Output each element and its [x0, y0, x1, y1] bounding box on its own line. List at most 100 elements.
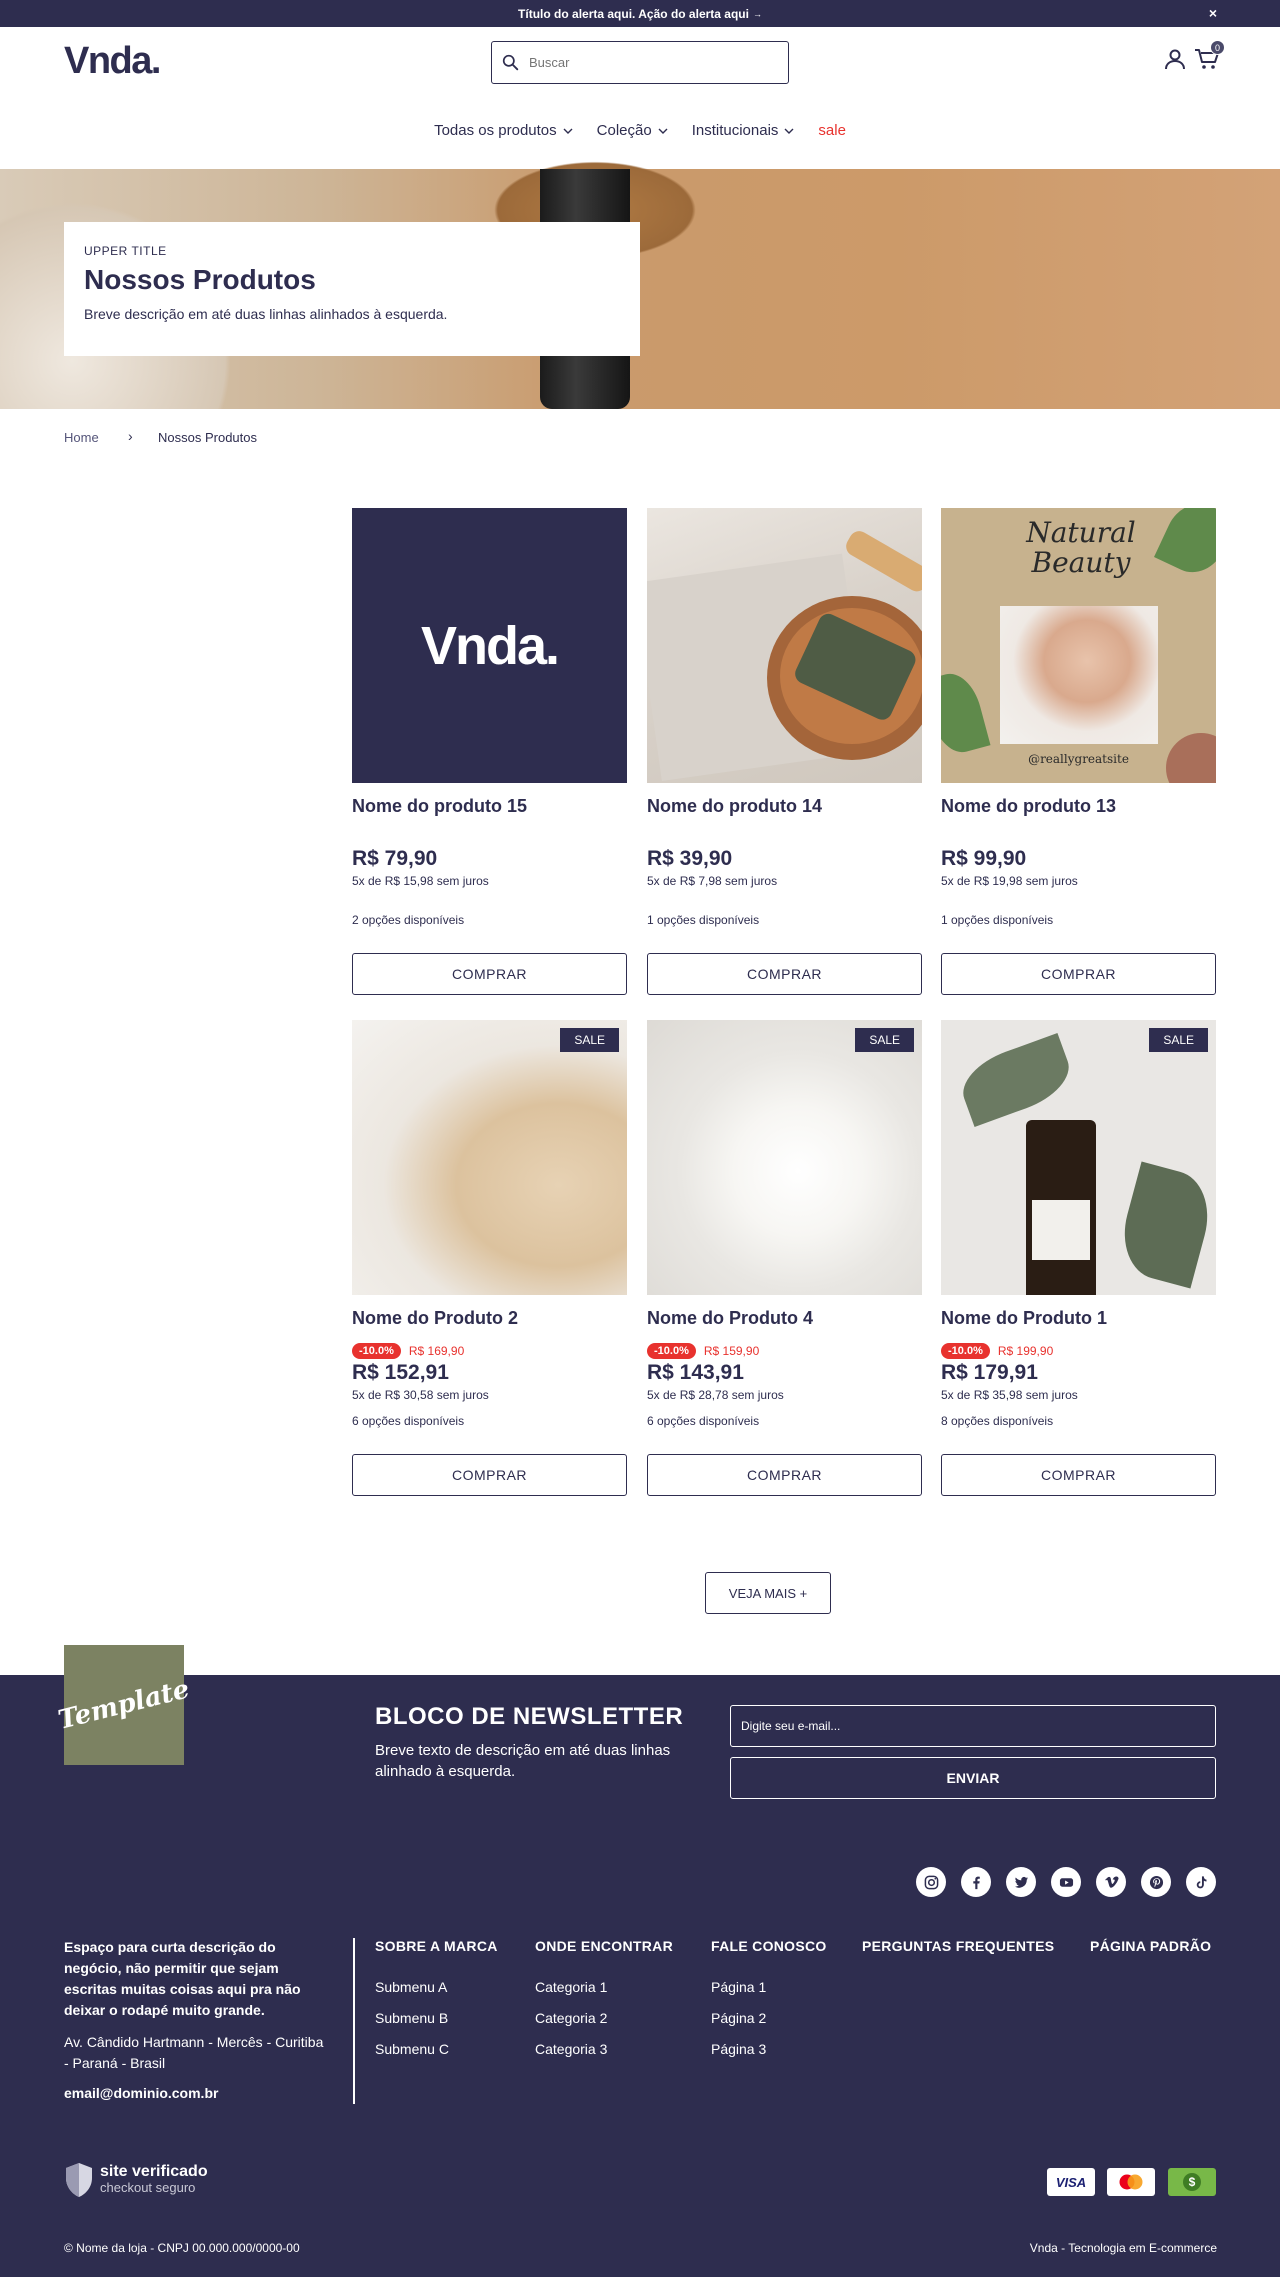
- product-card[interactable]: Vnda. Nome do produto 15 R$ 79,90 5x de …: [352, 508, 627, 995]
- product-price: R$ 39,90: [647, 847, 733, 870]
- product-card[interactable]: SALE Nome do Produto 4 -10.0% R$ 159,90 …: [647, 1020, 922, 1496]
- footer-col-title[interactable]: SOBRE A MARCA: [375, 1938, 498, 1954]
- discount-badge: -10.0%: [352, 1343, 401, 1359]
- footer-col-title[interactable]: ONDE ENCONTRAR: [535, 1938, 673, 1954]
- tiktok-icon[interactable]: [1186, 1867, 1216, 1897]
- old-price: R$ 199,90: [997, 1344, 1054, 1358]
- verified-seal: site verificado checkout seguro: [64, 2162, 208, 2198]
- footer-link[interactable]: Página 3: [711, 2041, 766, 2057]
- user-icon[interactable]: [1163, 47, 1187, 71]
- product-installments: 5x de R$ 15,98 sem juros: [352, 874, 489, 888]
- product-installments: 5x de R$ 30,58 sem juros: [352, 1388, 489, 1402]
- vnda-tech-link[interactable]: Vnda - Tecnologia em E-commerce: [1030, 2241, 1217, 2255]
- search-icon[interactable]: [502, 54, 519, 71]
- product-name[interactable]: Nome do Produto 4: [647, 1308, 922, 1330]
- leaf-decor: [1113, 1161, 1216, 1289]
- footer-divider: [353, 1938, 355, 2104]
- nav-label: Institucionais: [691, 122, 779, 139]
- chevron-down-icon: [784, 128, 794, 134]
- product-card[interactable]: Natural Beauty @reallygreatsite Nome do …: [941, 508, 1216, 995]
- newsletter-email-input[interactable]: [730, 1705, 1216, 1747]
- cash-icon: $: [1168, 2168, 1216, 2196]
- product-name[interactable]: Nome do Produto 1: [941, 1308, 1216, 1330]
- store-logo[interactable]: Vnda.: [64, 40, 161, 83]
- nav-item-sale[interactable]: sale: [818, 122, 846, 139]
- verified-text: site verificado: [100, 2163, 208, 2180]
- footer-link[interactable]: Categoria 2: [535, 2010, 607, 2026]
- buy-button[interactable]: COMPRAR: [941, 953, 1216, 995]
- discount-badge: -10.0%: [647, 1343, 696, 1359]
- facebook-icon[interactable]: [961, 1867, 991, 1897]
- product-name[interactable]: Nome do produto 13: [941, 796, 1216, 818]
- leaf-decor: [1154, 508, 1216, 583]
- alert-text[interactable]: Título do alerta aqui. Ação do alerta aq…: [518, 7, 749, 21]
- newsletter-submit-button[interactable]: ENVIAR: [730, 1757, 1216, 1799]
- discount-badge: -10.0%: [941, 1343, 990, 1359]
- buy-button[interactable]: COMPRAR: [647, 953, 922, 995]
- footer-link[interactable]: Submenu A: [375, 1979, 447, 1995]
- product-options: 8 opções disponíveis: [941, 1414, 1054, 1428]
- product-image[interactable]: SALE: [352, 1020, 627, 1295]
- alert-arrow-icon: →: [752, 8, 762, 19]
- instagram-icon[interactable]: [916, 1867, 946, 1897]
- natural-beauty-title: Natural Beauty: [1011, 518, 1151, 578]
- pinterest-icon[interactable]: [1141, 1867, 1171, 1897]
- nav-item-institutional[interactable]: Institucionais: [692, 122, 795, 139]
- product-image[interactable]: SALE: [941, 1020, 1216, 1295]
- footer-email[interactable]: email@dominio.com.br: [64, 2085, 218, 2101]
- product-image[interactable]: Natural Beauty @reallygreatsite: [941, 508, 1216, 783]
- product-card[interactable]: SALE Nome do Produto 2 -10.0% R$ 169,90 …: [352, 1020, 627, 1496]
- buy-button[interactable]: COMPRAR: [941, 1454, 1216, 1496]
- product-image[interactable]: Vnda.: [352, 508, 627, 783]
- footer-col-title[interactable]: PERGUNTAS FREQUENTES: [862, 1938, 1054, 1954]
- newsletter-title: BLOCO DE NEWSLETTER: [375, 1703, 684, 1730]
- breadcrumb-home[interactable]: Home: [64, 430, 99, 445]
- product-installments: 5x de R$ 35,98 sem juros: [941, 1388, 1078, 1402]
- buy-button[interactable]: COMPRAR: [352, 1454, 627, 1496]
- footer-link[interactable]: Página 1: [711, 1979, 766, 1995]
- discount-row: -10.0% R$ 159,90: [647, 1343, 922, 1359]
- alert-bar[interactable]: Título do alerta aqui. Ação do alerta aq…: [0, 0, 1280, 27]
- footer-link[interactable]: Página 2: [711, 2010, 766, 2026]
- twitter-icon[interactable]: [1006, 1867, 1036, 1897]
- hero-title: Nossos Produtos: [84, 264, 316, 295]
- template-logo[interactable]: Template: [55, 1645, 193, 1765]
- footer-col-title[interactable]: FALE CONOSCO: [711, 1938, 827, 1954]
- natural-word: Natural: [1026, 516, 1136, 549]
- footer-col-title[interactable]: PÁGINA PADRÃO: [1090, 1938, 1211, 1954]
- sale-badge: SALE: [560, 1028, 619, 1052]
- footer-link[interactable]: Submenu B: [375, 2010, 448, 2026]
- product-price: R$ 79,90: [352, 847, 438, 870]
- buy-button[interactable]: COMPRAR: [352, 953, 627, 995]
- bottle-image: [1026, 1120, 1096, 1295]
- alert-close-button[interactable]: ×: [1206, 6, 1220, 20]
- footer-link[interactable]: Submenu C: [375, 2041, 449, 2057]
- old-price: R$ 169,90: [408, 1344, 465, 1358]
- see-more-button[interactable]: VEJA MAIS +: [705, 1572, 831, 1614]
- product-image[interactable]: [647, 508, 922, 783]
- product-name[interactable]: Nome do Produto 2: [352, 1308, 627, 1330]
- product-name[interactable]: Nome do produto 14: [647, 796, 922, 818]
- product-price: R$ 152,91: [352, 1361, 449, 1384]
- template-logo-text: Template: [55, 1674, 193, 1736]
- cart-count-badge: 0: [1210, 40, 1225, 55]
- product-price: R$ 143,91: [647, 1361, 744, 1384]
- product-name[interactable]: Nome do produto 15: [352, 796, 627, 818]
- footer-link[interactable]: Categoria 3: [535, 2041, 607, 2057]
- product-card[interactable]: SALE Nome do Produto 1 -10.0% R$ 199,90 …: [941, 1020, 1216, 1496]
- product-image[interactable]: SALE: [647, 1020, 922, 1295]
- hero-description: Breve descrição em até duas linhas alinh…: [84, 306, 448, 322]
- search-input[interactable]: [529, 55, 769, 70]
- product-card[interactable]: Nome do produto 14 R$ 39,90 5x de R$ 7,9…: [647, 508, 922, 995]
- image-handle: @reallygreatsite: [1028, 752, 1129, 766]
- nav-item-all-products[interactable]: Todas os produtos: [434, 122, 573, 139]
- footer-link[interactable]: Categoria 1: [535, 1979, 607, 1995]
- product-options: 1 opções disponíveis: [647, 913, 760, 927]
- nav-item-collection[interactable]: Coleção: [597, 122, 668, 139]
- cash-symbol: $: [1183, 2173, 1201, 2191]
- vimeo-icon[interactable]: [1096, 1867, 1126, 1897]
- visa-icon: VISA: [1047, 2168, 1095, 2196]
- search-bar[interactable]: [491, 41, 789, 84]
- buy-button[interactable]: COMPRAR: [647, 1454, 922, 1496]
- youtube-icon[interactable]: [1051, 1867, 1081, 1897]
